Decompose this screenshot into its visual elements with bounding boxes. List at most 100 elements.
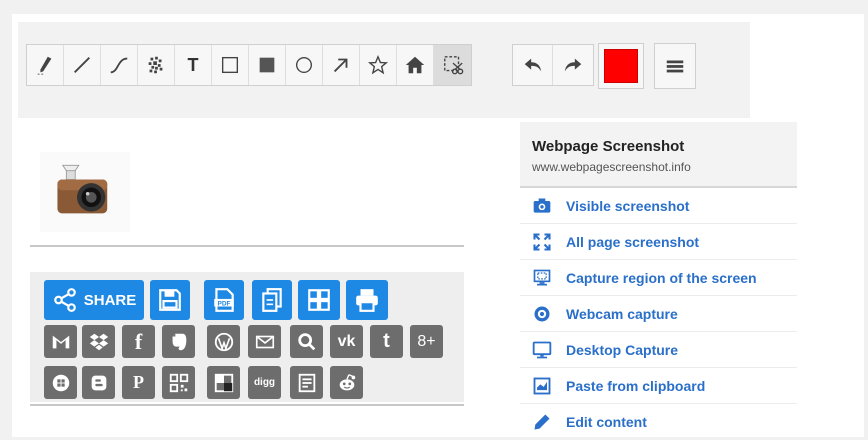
gmail-icon — [52, 335, 69, 348]
windows-icon — [52, 374, 69, 391]
menu-item-label: Visible screenshot — [566, 197, 690, 214]
menu-item-label: Desktop Capture — [566, 341, 679, 358]
text-tool[interactable]: T — [175, 45, 212, 85]
color-swatch[interactable] — [604, 49, 638, 83]
line-tool[interactable] — [64, 45, 101, 85]
pencil-edit-icon — [534, 414, 550, 430]
evernote-icon — [172, 333, 186, 350]
email-button[interactable] — [248, 325, 281, 358]
rectangle-outline-tool[interactable] — [212, 45, 249, 85]
feed-icon — [298, 373, 315, 392]
grid-button[interactable] — [298, 280, 340, 320]
vk-icon: vk — [337, 332, 356, 350]
vk-button[interactable]: vk — [330, 325, 363, 358]
menu-item-label: Webcam capture — [566, 305, 678, 322]
arrow-tool[interactable] — [323, 45, 360, 85]
menu-item-label: Paste from clipboard — [566, 377, 706, 394]
undo-button[interactable] — [513, 45, 553, 85]
share-label: SHARE — [83, 291, 137, 309]
copy-icon — [262, 288, 282, 312]
toolbar-menu-button[interactable] — [654, 43, 696, 89]
print-icon — [356, 289, 378, 312]
gmail-button[interactable] — [44, 325, 77, 358]
blogger-icon — [91, 375, 106, 390]
panel-subtitle: www.webpagescreenshot.info — [532, 160, 691, 174]
facebook-button[interactable]: f — [122, 325, 155, 358]
panel-title: Webpage Screenshot — [532, 138, 685, 155]
undo-icon — [524, 58, 541, 72]
star-tool[interactable] — [360, 45, 397, 85]
redo-icon — [564, 58, 582, 72]
pinterest-icon: P — [133, 372, 144, 392]
facebook-icon: f — [134, 328, 143, 354]
menu-item-all-page-screenshot[interactable]: All page screenshot — [520, 224, 797, 260]
digg-icon: digg — [253, 377, 276, 388]
save-button[interactable] — [150, 280, 190, 320]
app-logo — [40, 152, 130, 232]
menu-item-capture-region[interactable]: Capture region of the screen — [520, 260, 797, 296]
arrow-icon — [333, 58, 348, 73]
qr-code-button[interactable] — [162, 366, 195, 399]
rectangle-filled-tool[interactable] — [249, 45, 286, 85]
crop-tool[interactable] — [434, 45, 471, 85]
blur-tool[interactable] — [138, 45, 175, 85]
curve-icon — [110, 57, 128, 74]
print-button[interactable] — [346, 280, 388, 320]
menu-item-webcam-capture[interactable]: Webcam capture — [520, 296, 797, 332]
drawing-tools-group: T — [26, 44, 472, 86]
tumblr-button[interactable]: t — [370, 325, 403, 358]
rectangle-outline-icon — [221, 56, 239, 74]
google-plus-icon: 8+ — [417, 332, 436, 350]
rectangle-filled-icon — [259, 57, 275, 73]
evernote-button[interactable] — [162, 325, 195, 358]
pinterest-button[interactable]: P — [122, 366, 155, 399]
history-group — [512, 44, 594, 86]
text-tool-icon: T — [187, 54, 199, 75]
home-tool[interactable] — [397, 45, 434, 85]
wordpress-button[interactable] — [207, 325, 240, 358]
menu-item-label: Capture region of the screen — [566, 269, 757, 286]
grid-icon — [308, 289, 330, 311]
desktop-icon — [532, 341, 552, 358]
hamburger-menu-icon — [666, 60, 684, 73]
circle-icon — [295, 56, 313, 74]
line-icon — [74, 57, 90, 73]
camera-logo-icon — [57, 164, 108, 214]
copy-button[interactable] — [252, 280, 292, 320]
redo-button[interactable] — [553, 45, 593, 85]
curve-tool[interactable] — [101, 45, 138, 85]
delicious-icon — [214, 373, 233, 392]
menu-item-visible-screenshot[interactable]: Visible screenshot — [520, 188, 797, 224]
blogger-button[interactable] — [82, 366, 115, 399]
google-plus-button[interactable]: 8+ — [410, 325, 443, 358]
menu-item-label: Edit content — [566, 414, 647, 430]
menu-item-edit-content[interactable]: Edit content — [520, 404, 797, 440]
star-icon — [367, 54, 389, 75]
menu-item-desktop-capture[interactable]: Desktop Capture — [520, 332, 797, 368]
blur-icon — [148, 56, 163, 74]
dropbox-icon — [89, 333, 108, 350]
pencil-icon — [37, 56, 52, 75]
panel-header — [520, 122, 797, 188]
pencil-tool[interactable] — [27, 45, 64, 85]
clipboard-icon — [533, 377, 551, 394]
delicious-button[interactable] — [207, 366, 240, 399]
reddit-icon — [339, 373, 355, 390]
circle-tool[interactable] — [286, 45, 323, 85]
menu-item-label: All page screenshot — [566, 233, 700, 250]
share-button[interactable]: SHARE — [44, 280, 144, 320]
search-icon — [297, 332, 315, 350]
wordpress-icon — [214, 332, 233, 351]
feed-button[interactable] — [290, 366, 323, 399]
expand-icon — [533, 232, 551, 251]
search-button[interactable] — [290, 325, 323, 358]
digg-button[interactable]: digg — [248, 366, 281, 399]
reddit-button[interactable] — [330, 366, 363, 399]
menu-item-paste-clipboard[interactable]: Paste from clipboard — [520, 368, 797, 404]
camera-icon — [533, 198, 551, 213]
share-icon — [53, 288, 76, 312]
windows-button[interactable] — [44, 366, 77, 399]
dropbox-button[interactable] — [82, 325, 115, 358]
pdf-button[interactable]: PDF — [204, 280, 244, 320]
monitor-region-icon — [533, 269, 551, 285]
